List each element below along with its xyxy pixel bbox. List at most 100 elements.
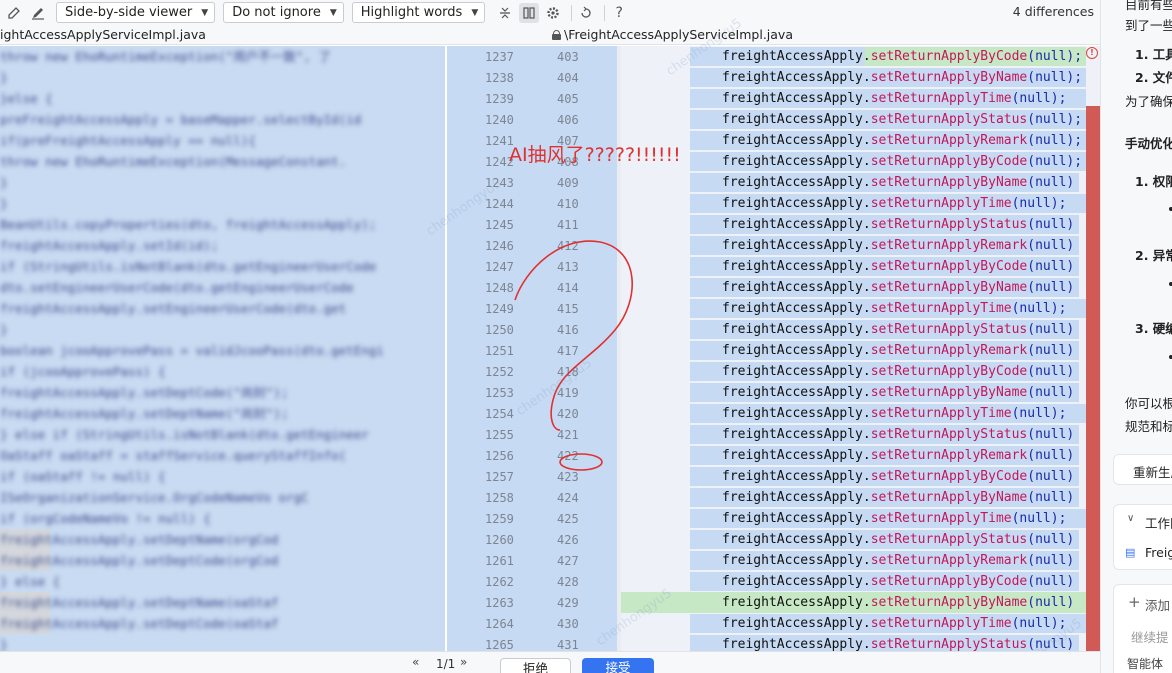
error-indicator-icon[interactable]: !: [1086, 47, 1098, 59]
code-method: setReturnApplyByCode: [870, 154, 1028, 169]
viewer-mode-dropdown[interactable]: Side-by-side viewer ▼: [56, 2, 216, 23]
handwritten-annotation: AI抽风了?????!!!!!!: [509, 144, 681, 166]
settings-icon[interactable]: [543, 3, 563, 23]
gutter-line-numbers: 1240 406: [447, 109, 621, 130]
new-line-number: 420: [557, 407, 579, 421]
gutter-line-numbers: 1264 430: [447, 613, 621, 634]
code-argument: (null): [1027, 175, 1075, 190]
left-code-area: throw new EhoRuntimeException("用户不一致", 了…: [0, 46, 445, 651]
code-text: freightAccessApply.setReturnApplyTime(nu…: [722, 88, 1066, 109]
code-argument: (null): [1027, 553, 1075, 568]
new-line-number: 431: [557, 638, 579, 652]
code-text: freightAccessApply.setReturnApplyByName(…: [722, 382, 1074, 403]
right-code-line: freightAccessApply.setReturnApplyTime(nu…: [621, 88, 1086, 109]
next-arrows-icon[interactable]: »: [460, 655, 468, 669]
pencil-icon[interactable]: [28, 3, 48, 23]
code-object: freightAccessApply.: [722, 301, 871, 316]
code-text: freightAccessApply.setReturnApplyTime(nu…: [722, 508, 1066, 529]
old-line-number: 1240: [485, 113, 514, 127]
right-code-line: freightAccessApply.setReturnApplyByCode(…: [621, 361, 1086, 382]
code-method: setReturnApplyByCode: [870, 49, 1028, 64]
code-argument: (null);: [1011, 301, 1067, 316]
left-code-line: ISeOrganizationService.OrgCodeNameVo org…: [0, 490, 309, 505]
gutter-line-numbers: 1245 411: [447, 214, 621, 235]
new-line-number: 405: [557, 92, 579, 106]
prev-next-arrows-icon[interactable]: «: [412, 655, 420, 669]
workspace-label: 工作区: [1145, 516, 1172, 531]
code-object: freightAccessApply.: [722, 469, 871, 484]
code-method: setReturnApplyStatus: [870, 217, 1028, 232]
gutter-line-numbers: 1260 426: [447, 529, 621, 550]
collapse-unchanged-icon[interactable]: [495, 3, 515, 23]
regenerate-button[interactable]: 重新生成: [1113, 454, 1172, 485]
old-line-number: 1256: [485, 449, 514, 463]
right-code-line: freightAccessApply.setReturnApplyStatus(…: [621, 424, 1086, 445]
code-argument: (null): [1027, 427, 1075, 442]
line-number-gutter: 1237 403 1238 404 1239 405 1240 406 1241 407 1242 4…: [447, 46, 621, 652]
help-icon[interactable]: ?: [609, 3, 629, 23]
code-method: setReturnApplyRemark: [870, 133, 1028, 148]
old-line-number: 1255: [485, 428, 514, 442]
code-text: freightAccessApply.setReturnApplyByName(…: [722, 172, 1074, 193]
right-editor-pane[interactable]: freightAccessApply.setReturnApplyByCode(…: [621, 46, 1086, 651]
code-text: freightAccessApply.setReturnApplyByCode(…: [722, 466, 1074, 487]
left-code-line: throw new EhoRuntimeException("用户不一致", 了: [0, 49, 331, 64]
whitespace-label: Do not ignore: [232, 5, 321, 20]
agent-mode-selector[interactable]: 智能体: [1127, 655, 1163, 672]
new-line-number: 421: [557, 428, 579, 442]
code-object: freightAccessApply.: [722, 49, 871, 64]
left-code-line: throw new EhoRuntimeException(MessageCon…: [0, 154, 347, 169]
new-line-number: 422: [557, 449, 579, 463]
workspace-card: ∨ 工作区 ▤ Freig: [1113, 504, 1172, 570]
code-text: freightAccessApply.setReturnApplyRemark(…: [722, 550, 1074, 571]
new-line-number: 430: [557, 617, 579, 631]
code-argument: (null): [1027, 385, 1075, 400]
differences-count: 4 differences: [1012, 4, 1094, 19]
chat-input-placeholder[interactable]: 继续提: [1131, 627, 1169, 646]
code-text: freightAccessApply.setReturnApplyRemark(…: [722, 130, 1082, 151]
chat-input-card[interactable]: + 添加 继续提 智能体: [1113, 584, 1172, 673]
sidebar-text: 目前有些: [1125, 0, 1172, 12]
old-line-number: 1237: [485, 50, 514, 64]
diff-scroll-marker[interactable]: [1086, 46, 1100, 651]
new-line-number: 410: [557, 197, 579, 211]
new-line-number: 416: [557, 323, 579, 337]
left-code-line: freightAccessApply.setDeptCode("尚封");: [0, 385, 289, 400]
left-editor-pane[interactable]: throw new EhoRuntimeException("用户不一致", 了…: [0, 46, 445, 651]
chevron-down-icon[interactable]: ∨: [1127, 513, 1134, 524]
code-method: setReturnApplyStatus: [870, 427, 1028, 442]
new-line-number: 424: [557, 491, 579, 505]
code-method: setReturnApplyTime: [870, 196, 1012, 211]
code-text: freightAccessApply.setReturnApplyByCode(…: [722, 256, 1074, 277]
code-text: freightAccessApply.setReturnApplyRemark(…: [722, 235, 1074, 256]
gutter-line-numbers: 1263 429: [447, 592, 621, 613]
code-method: setReturnApplyByCode: [870, 259, 1028, 274]
code-object: freightAccessApply.: [722, 427, 871, 442]
code-object: freightAccessApply.: [722, 217, 871, 232]
accept-button[interactable]: 接受: [582, 658, 654, 673]
left-code-line: freightAccessApply.setDeptName(oaStaf: [0, 595, 279, 610]
gutter-line-numbers: 1238 404: [447, 67, 621, 88]
new-line-number: 427: [557, 554, 579, 568]
code-method: setReturnApplyTime: [870, 301, 1012, 316]
new-line-number: 414: [557, 281, 579, 295]
history-icon[interactable]: [576, 3, 596, 23]
code-text: freightAccessApply.setReturnApplyStatus(…: [722, 319, 1074, 340]
workspace-file[interactable]: Freig: [1145, 545, 1172, 560]
left-code-line: if(preFreightAccessApply == null){: [0, 133, 256, 148]
code-method: setReturnApplyByName: [870, 175, 1028, 190]
whitespace-dropdown[interactable]: Do not ignore ▼: [223, 2, 344, 23]
right-code-line: freightAccessApply.setReturnApplyTime(nu…: [621, 193, 1086, 214]
code-text: freightAccessApply.setReturnApplyByCode(…: [722, 151, 1082, 172]
left-code-line: preFreightAccessApply = baseMapper.selec…: [0, 112, 362, 127]
old-line-number: 1246: [485, 239, 514, 253]
sync-scroll-icon[interactable]: [519, 2, 540, 23]
code-object: freightAccessApply.: [722, 280, 871, 295]
reject-button[interactable]: 拒绝: [500, 658, 571, 673]
highlight-dropdown[interactable]: Highlight words ▼: [351, 2, 486, 23]
right-code-line: freightAccessApply.setReturnApplyStatus(…: [621, 634, 1086, 651]
gutter-line-numbers: 1248 414: [447, 277, 621, 298]
code-argument: (null): [1027, 595, 1075, 610]
edit-icon[interactable]: [4, 3, 24, 23]
plus-icon[interactable]: +: [1128, 593, 1141, 611]
